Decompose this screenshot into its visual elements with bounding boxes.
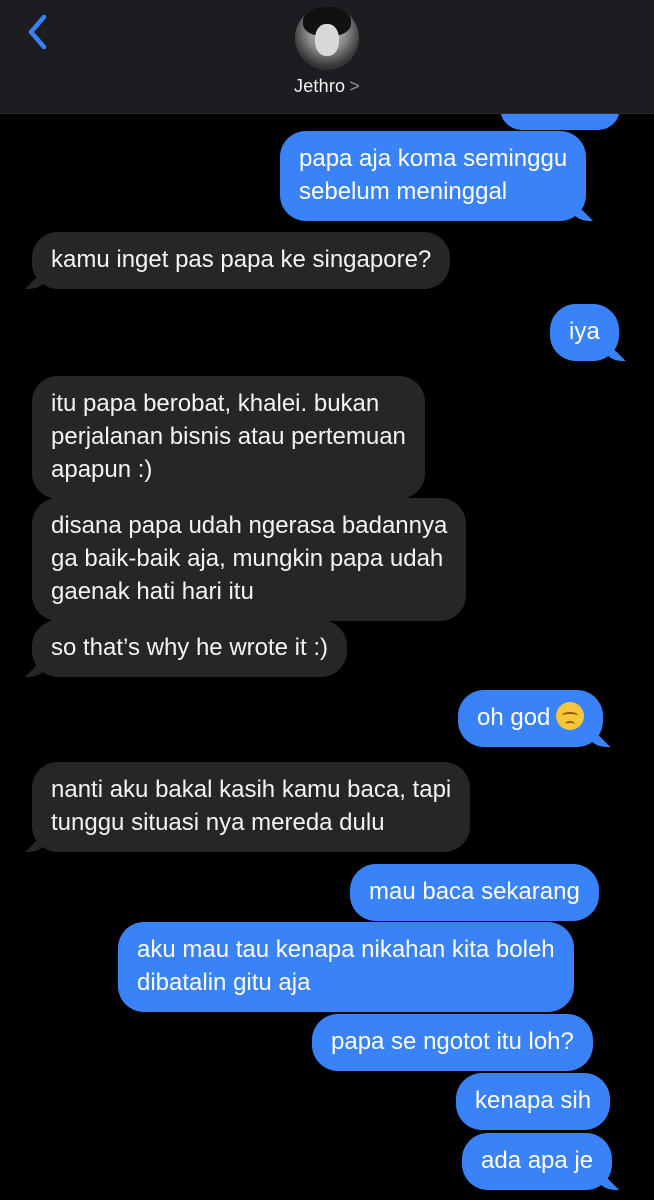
conversation-header: Jethro > — [0, 0, 654, 114]
incoming-message[interactable]: kamu inget pas papa ke singapore? — [32, 232, 451, 289]
message-line: mau baca sekarang — [369, 878, 580, 905]
message-line: apapun :) — [51, 456, 153, 483]
message-line: aku mau tau kenapa nikahan kita boleh — [137, 936, 555, 963]
message-line: gaenak hati hari itu — [51, 578, 254, 605]
incoming-message[interactable]: so that’s why he wrote it :) — [32, 620, 348, 677]
chevron-right-icon: > — [349, 76, 360, 96]
outgoing-message[interactable]: mau baca sekarang — [350, 864, 599, 921]
message-line: dibatalin gitu aja — [137, 969, 311, 996]
message-line: perjalanan bisnis atau pertemuan — [51, 423, 406, 450]
outgoing-message[interactable]: papa se ngotot itu loh? — [312, 1014, 593, 1071]
outgoing-message[interactable]: ada apa je — [462, 1133, 613, 1190]
chevron-left-icon — [28, 14, 47, 50]
message-line: sebelum meninggal — [299, 178, 508, 205]
message-line: papa aja koma seminggu — [299, 145, 568, 172]
incoming-message[interactable]: itu papa berobat, khalei. bukan perjalan… — [32, 376, 425, 499]
message-line: kenapa sih — [475, 1087, 592, 1114]
outgoing-message[interactable]: oh god — [458, 690, 604, 747]
back-button[interactable] — [22, 14, 52, 50]
incoming-message[interactable]: disana papa udah ngerasa badannya ga bai… — [32, 498, 467, 621]
message-line: ga baik-baik aja, mungkin papa udah — [51, 545, 444, 572]
message-line: itu papa berobat, khalei. bukan — [51, 390, 380, 417]
contact-avatar[interactable] — [295, 6, 359, 70]
outgoing-message[interactable]: papa aja koma seminggu sebelum meninggal — [280, 131, 587, 221]
message-line: ada apa je — [481, 1147, 594, 1174]
pensive-face-icon — [556, 702, 585, 730]
contact-name: Jethro — [294, 76, 346, 96]
outgoing-message[interactable]: iya — [550, 304, 619, 361]
contact-name-button[interactable]: Jethro > — [0, 76, 654, 97]
message-line: papa se ngotot itu loh? — [331, 1028, 574, 1055]
message-line: disana papa udah ngerasa badannya — [51, 512, 448, 539]
outgoing-message[interactable]: aku mau tau kenapa nikahan kita boleh di… — [118, 922, 574, 1012]
message-line: kamu inget pas papa ke singapore? — [51, 246, 432, 273]
message-line: iya — [569, 318, 600, 345]
incoming-message[interactable]: nanti aku bakal kasih kamu baca, tapi tu… — [32, 762, 471, 852]
outgoing-message[interactable]: kenapa sih — [456, 1073, 611, 1130]
message-line: so that’s why he wrote it :) — [51, 634, 329, 661]
message-line: oh god — [477, 704, 551, 731]
message-line: nanti aku bakal kasih kamu baca, tapi — [51, 776, 452, 803]
message-line: tunggu situasi nya mereda dulu — [51, 809, 385, 836]
